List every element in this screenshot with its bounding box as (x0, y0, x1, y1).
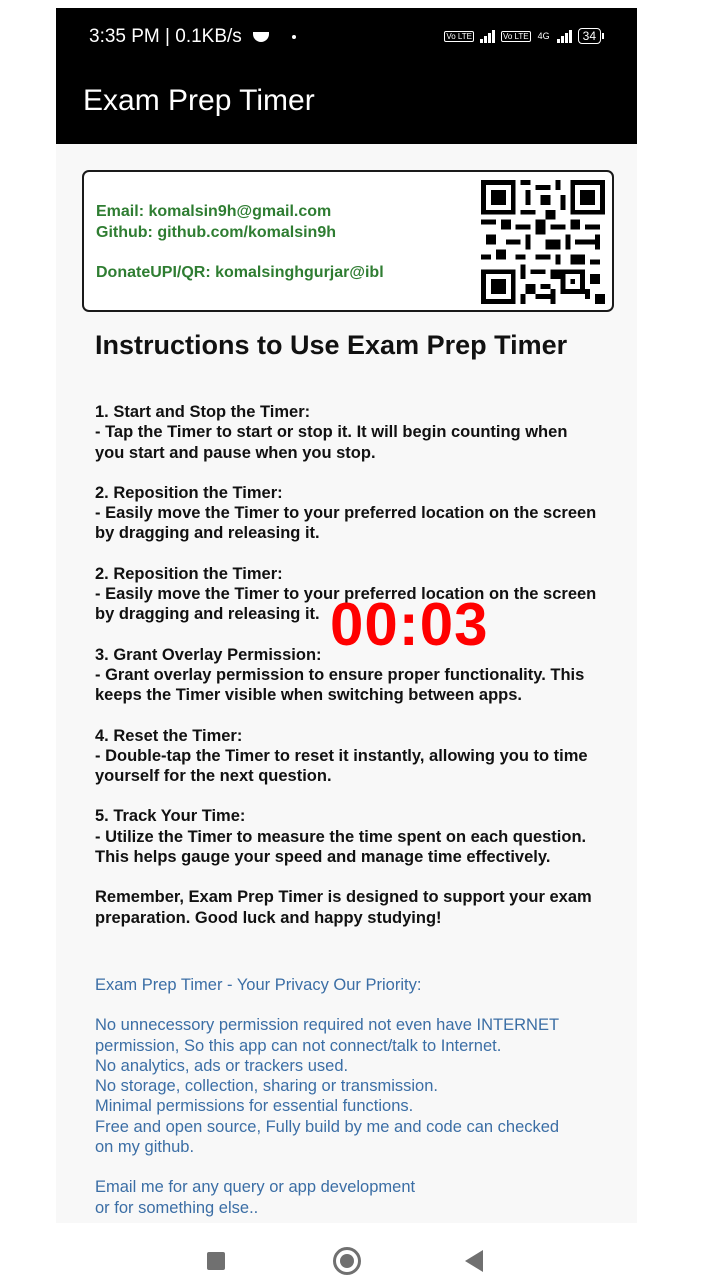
instruction-section: 1. Start and Stop the Timer: - Tap the T… (95, 402, 605, 463)
network-type: 4G (537, 30, 550, 41)
privacy-line: permission, So this app can not connect/… (95, 1036, 502, 1055)
section-line: - Tap the Timer to start or stop it. It … (95, 423, 568, 442)
instruction-section: 2. Reposition the Timer: - Easily move t… (95, 483, 605, 544)
section-line: preparation. Good luck and happy studyin… (95, 908, 442, 927)
notification-icon (253, 31, 270, 42)
privacy-footer-line: or for something else.. (95, 1198, 259, 1217)
floating-timer[interactable]: 00:03 (330, 590, 488, 659)
donate-text[interactable]: DonateUPI/QR: komalsinghgurjar@ibl (96, 264, 384, 282)
section-line: keeps the Timer visible when switching b… (95, 686, 522, 705)
section-line: 2. Reposition the Timer: (95, 483, 283, 502)
phone-screen: 3:35 PM | 0.1KB/s Vo LTE Vo LTE 4G 34 Ex… (56, 8, 637, 1223)
back-button[interactable] (465, 1250, 483, 1272)
privacy-line: No analytics, ads or trackers used. (95, 1056, 349, 1075)
instructions-title: Instructions to Use Exam Prep Timer (95, 330, 568, 360)
email-text[interactable]: Email: komalsin9h@gmail.com (96, 203, 331, 221)
section-line: Remember, Exam Prep Timer is designed to… (95, 888, 592, 907)
battery-icon: 34 (577, 28, 605, 44)
section-line: 2. Reposition the Timer: (95, 564, 283, 583)
instruction-section: 4. Reset the Timer: - Double-tap the Tim… (95, 726, 605, 787)
section-line: - Double-tap the Timer to reset it insta… (95, 746, 588, 765)
section-line: This helps gauge your speed and manage t… (95, 848, 551, 867)
privacy-block: Exam Prep Timer - Your Privacy Our Prior… (95, 975, 605, 1218)
privacy-footer-line: Email me for any query or app developmen… (95, 1178, 416, 1197)
more-notifications-dot-icon (292, 34, 297, 39)
privacy-line: Free and open source, Fully build by me … (95, 1117, 560, 1136)
section-line: 4. Reset the Timer: (95, 726, 243, 745)
contact-card: Email: komalsin9h@gmail.com Github: gith… (82, 170, 614, 312)
section-line: - Grant overlay permission to ensure pro… (95, 665, 585, 684)
signal-icon-2 (556, 29, 572, 43)
section-line: 5. Track Your Time: (95, 807, 246, 826)
section-line: by dragging and releasing it. (95, 524, 320, 543)
status-time: 3:35 PM | 0.1KB/s (89, 26, 297, 48)
section-line: you start and pause when you stop. (95, 443, 376, 462)
app-bar: Exam Prep Timer (56, 64, 637, 144)
volte-badge-2: Vo LTE (500, 30, 531, 42)
status-bar: 3:35 PM | 0.1KB/s Vo LTE Vo LTE 4G 34 (56, 8, 637, 64)
section-line: 1. Start and Stop the Timer: (95, 403, 311, 421)
privacy-line: No unnecessory permission required not e… (95, 1016, 560, 1035)
privacy-heading: Exam Prep Timer - Your Privacy Our Prior… (95, 976, 422, 994)
volte-badge-1: Vo LTE (444, 30, 474, 42)
signal-icon-1 (479, 29, 495, 43)
github-text[interactable]: Github: github.com/komalsin9h (96, 224, 336, 242)
qr-code-icon (481, 180, 605, 304)
section-line: - Easily move the Timer to your preferre… (95, 504, 597, 523)
status-icons: Vo LTE Vo LTE 4G 34 (444, 26, 605, 46)
instruction-section: 5. Track Your Time: - Utilize the Timer … (95, 806, 605, 867)
privacy-line: No storage, collection, sharing or trans… (95, 1077, 438, 1096)
section-line: - Utilize the Timer to measure the time … (95, 827, 587, 846)
section-line: yourself for the next question. (95, 767, 332, 786)
recent-apps-button[interactable] (207, 1252, 225, 1270)
privacy-line: on my github. (95, 1138, 195, 1157)
privacy-line: Minimal permissions for essential functi… (95, 1097, 414, 1116)
system-nav-bar (0, 1223, 720, 1280)
status-time-text: 3:35 PM | 0.1KB/s (89, 26, 242, 47)
home-button[interactable] (333, 1247, 361, 1275)
app-title: Exam Prep Timer (83, 84, 315, 117)
closing-note: Remember, Exam Prep Timer is designed to… (95, 887, 605, 928)
